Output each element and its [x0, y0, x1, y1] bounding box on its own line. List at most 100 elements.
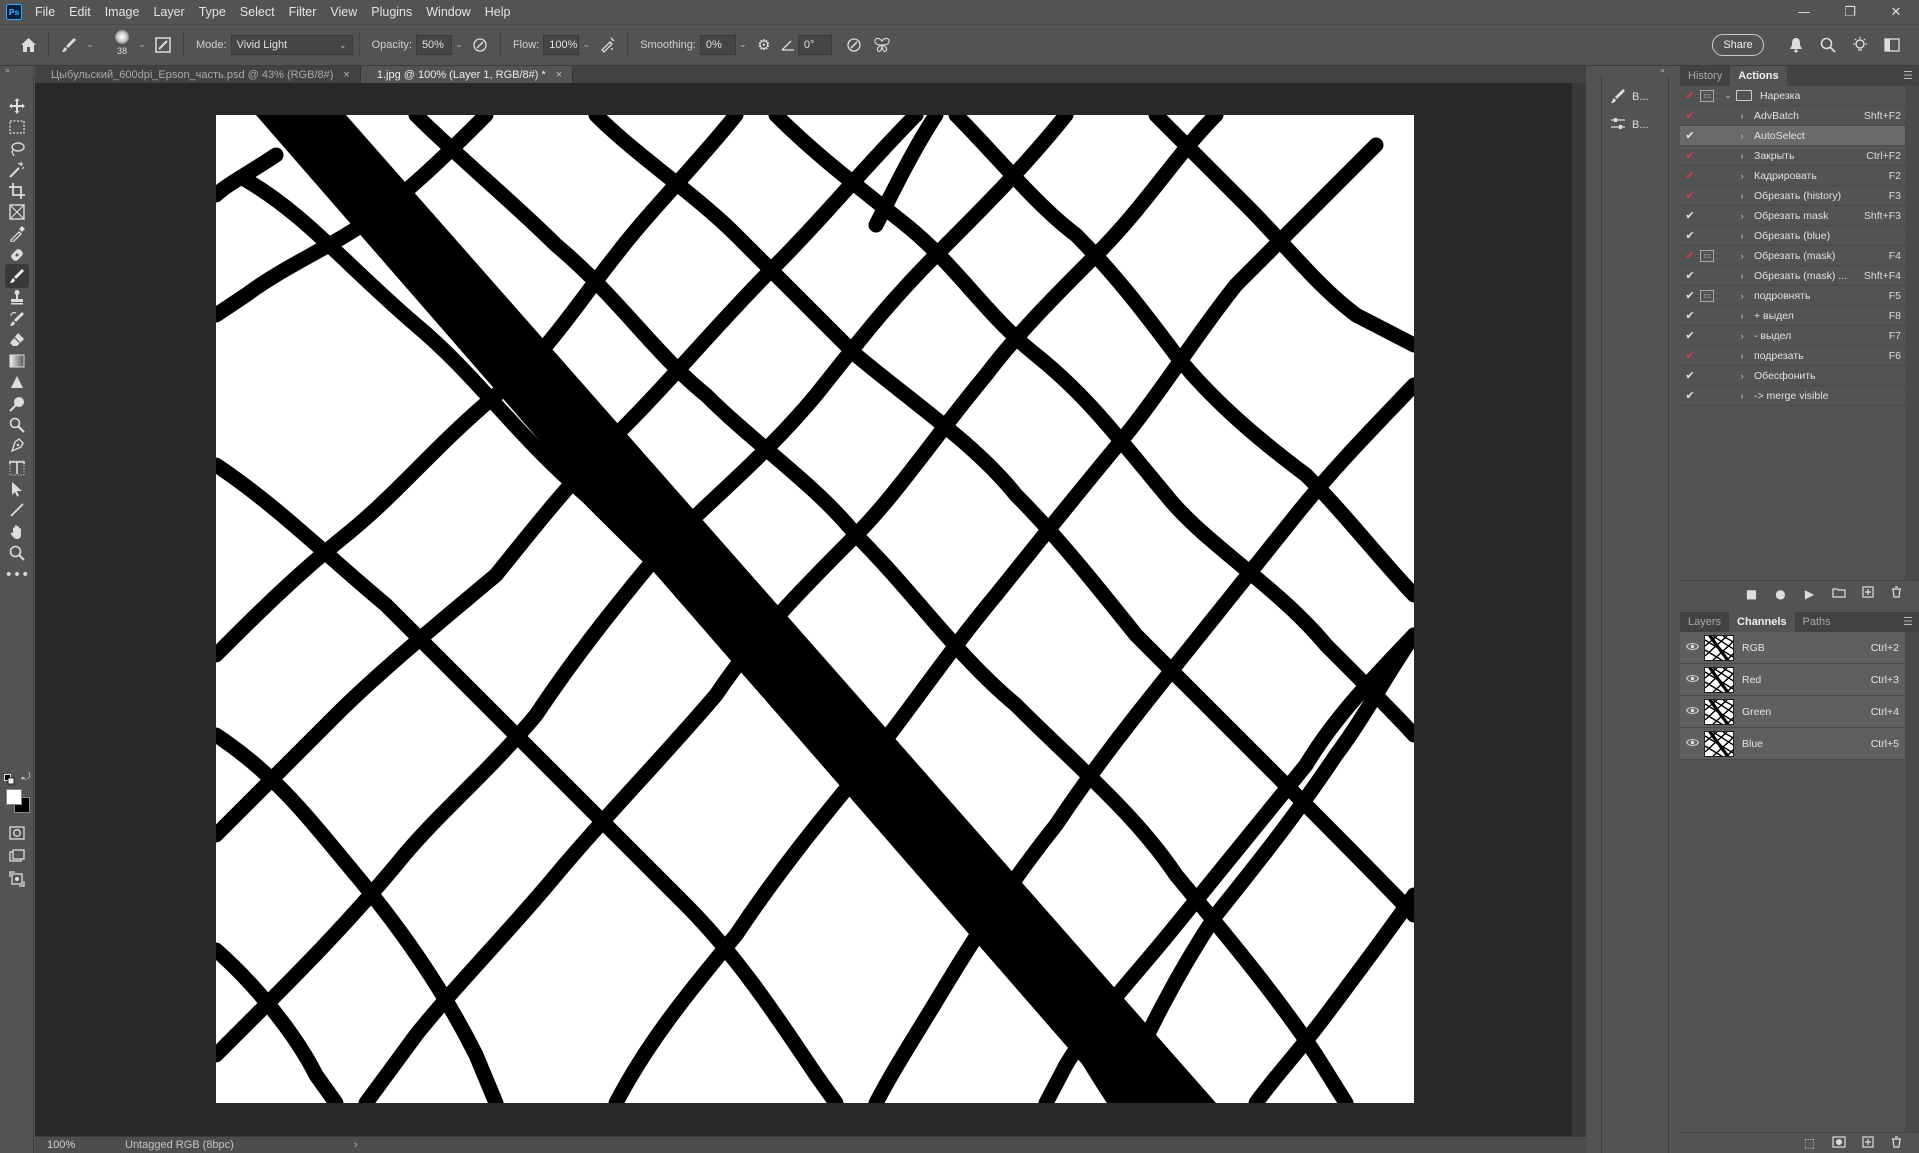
photoshop-logo-icon[interactable]: Ps	[6, 4, 22, 20]
toggle-check-icon[interactable]: ✔	[1680, 229, 1700, 242]
chevron-down-icon[interactable]: ⌄	[1720, 90, 1736, 101]
actions-scrollbar[interactable]	[1905, 86, 1919, 580]
menu-help[interactable]: Help	[478, 0, 518, 24]
panel-menu-icon[interactable]: ☰	[1903, 69, 1913, 82]
zoom-tool-icon[interactable]	[5, 541, 29, 565]
toggle-check-icon[interactable]: ✔	[1680, 329, 1700, 342]
delete-trash-icon[interactable]	[1882, 586, 1911, 601]
tab-channels[interactable]: Channels	[1729, 612, 1795, 632]
swap-colors-icon[interactable]: ⤾	[20, 770, 32, 783]
toggle-check-icon[interactable]: ✔	[1680, 249, 1700, 262]
toggle-check-icon[interactable]: ✔	[1680, 289, 1700, 302]
tab-history[interactable]: History	[1680, 66, 1730, 86]
action-row[interactable]: ✔ › Обрезать mask Shft+F3	[1680, 206, 1905, 226]
action-row[interactable]: ✔ › + выдел F8	[1680, 306, 1905, 326]
chevron-right-icon[interactable]: ›	[1734, 171, 1750, 181]
tab-paths[interactable]: Paths	[1795, 612, 1839, 632]
close-window-button[interactable]: ✕	[1873, 0, 1919, 24]
flow-input[interactable]: 100%	[543, 35, 580, 55]
action-row[interactable]: ✔ ▭ › Обрезать (mask) F4	[1680, 246, 1905, 266]
visibility-eye-icon[interactable]	[1680, 674, 1704, 686]
channels-scrollbar[interactable]	[1905, 632, 1919, 1132]
menu-file[interactable]: File	[28, 0, 62, 24]
brush-tool-preset-icon[interactable]	[55, 31, 83, 59]
save-selection-icon[interactable]	[1824, 1135, 1853, 1151]
dialog-toggle-icon[interactable]	[1700, 130, 1714, 142]
toggle-check-icon[interactable]: ✔	[1680, 189, 1700, 202]
visibility-eye-icon[interactable]	[1680, 738, 1704, 750]
dialog-toggle-icon[interactable]	[1700, 370, 1714, 382]
menu-window[interactable]: Window	[419, 0, 477, 24]
action-row[interactable]: ✔ › Закрыть Ctrl+F2	[1680, 146, 1905, 166]
channel-row-blue[interactable]: Blue Ctrl+5	[1680, 728, 1905, 760]
line-tool-icon[interactable]	[5, 498, 29, 522]
chevron-down-icon[interactable]: ⌄	[736, 35, 750, 55]
toggle-check-icon[interactable]: ✔	[1680, 209, 1700, 222]
brush-angle-input[interactable]: 0°	[797, 35, 832, 55]
dialog-toggle-icon[interactable]	[1700, 270, 1714, 282]
clone-stamp-tool-icon[interactable]	[5, 285, 29, 309]
pressure-size-icon[interactable]	[840, 31, 868, 59]
chevron-right-icon[interactable]: ›	[1734, 251, 1750, 261]
chevron-right-icon[interactable]: ›	[1734, 391, 1750, 401]
chevron-right-icon[interactable]: ›	[1734, 151, 1750, 161]
workspace-switcher-icon[interactable]	[1876, 31, 1908, 59]
close-tab-icon[interactable]: ×	[343, 69, 349, 81]
dialog-toggle-icon[interactable]	[1700, 310, 1714, 322]
new-channel-icon[interactable]	[1853, 1135, 1882, 1151]
action-row[interactable]: ✔ › - выдел F7	[1680, 326, 1905, 346]
chevron-down-icon[interactable]: ⌄	[452, 35, 466, 55]
dialog-toggle-icon[interactable]	[1700, 330, 1714, 342]
toggle-check-icon[interactable]: ✔	[1680, 89, 1700, 102]
pressure-opacity-icon[interactable]	[466, 31, 494, 59]
default-colors-icon[interactable]	[3, 773, 15, 785]
chevron-down-icon[interactable]: ⌄	[579, 35, 593, 55]
pen-tool-icon[interactable]	[5, 434, 29, 458]
menu-edit[interactable]: Edit	[62, 0, 98, 24]
dialog-toggle-icon[interactable]: ▭	[1700, 249, 1714, 262]
share-button[interactable]: Share	[1712, 34, 1764, 56]
symmetry-butterfly-icon[interactable]	[868, 31, 896, 59]
airbrush-icon[interactable]	[593, 31, 621, 59]
tab-layers[interactable]: Layers	[1680, 612, 1729, 632]
dialog-toggle-icon[interactable]	[1700, 350, 1714, 362]
tab-actions[interactable]: Actions	[1730, 66, 1787, 86]
brush-settings-panel-icon[interactable]	[149, 31, 177, 59]
action-row[interactable]: ✔ › подрезать F6	[1680, 346, 1905, 366]
new-action-icon[interactable]	[1853, 586, 1882, 601]
toggle-check-icon[interactable]: ✔	[1680, 109, 1700, 122]
zoom-level[interactable]: 100%	[35, 1139, 85, 1151]
canvas-vertical-scrollbar[interactable]	[1572, 83, 1586, 1136]
gradient-tool-icon[interactable]	[5, 349, 29, 373]
chevron-right-icon[interactable]: ›	[1734, 211, 1750, 221]
mini-panel-collapse-icon[interactable]: «	[1601, 66, 1669, 76]
chevron-right-icon[interactable]: ›	[1734, 111, 1750, 121]
action-row[interactable]: ✔ › Обесфонить	[1680, 366, 1905, 386]
action-row[interactable]: ✔ › Кадрировать F2	[1680, 166, 1905, 186]
quick-mask-mode-icon[interactable]	[5, 821, 29, 845]
close-tab-icon[interactable]: ×	[556, 69, 562, 81]
toggle-check-icon[interactable]: ✔	[1680, 309, 1700, 322]
foreground-color-swatch[interactable]	[6, 789, 22, 805]
toggle-check-icon[interactable]: ✔	[1680, 149, 1700, 162]
chevron-down-icon[interactable]: ⌄	[135, 35, 149, 55]
toggle-check-icon[interactable]: ✔	[1680, 269, 1700, 282]
status-menu-arrow-icon[interactable]: ›	[354, 1139, 358, 1151]
action-row[interactable]: ✔ › Обрезать (history) F3	[1680, 186, 1905, 206]
chevron-right-icon[interactable]: ›	[1734, 291, 1750, 301]
mini-panel-brush-settings[interactable]: B...	[1610, 84, 1666, 110]
menu-view[interactable]: View	[323, 0, 364, 24]
channel-row-red[interactable]: Red Ctrl+3	[1680, 664, 1905, 696]
chevron-right-icon[interactable]: ›	[1734, 191, 1750, 201]
action-row[interactable]: ✔ › AdvBatch Shft+F2	[1680, 106, 1905, 126]
toggle-check-icon[interactable]: ✔	[1680, 369, 1700, 382]
toolbar-collapse-arrows-icon[interactable]: »	[0, 66, 34, 76]
home-icon[interactable]	[14, 31, 42, 59]
dialog-toggle-icon[interactable]	[1700, 210, 1714, 222]
action-row[interactable]: ✔ › Обрезать (blue)	[1680, 226, 1905, 246]
opacity-input[interactable]: 50%	[415, 35, 452, 55]
visibility-eye-icon[interactable]	[1680, 642, 1704, 654]
dialog-toggle-icon[interactable]: ▭	[1700, 289, 1714, 302]
chevron-right-icon[interactable]: ›	[1734, 131, 1750, 141]
chevron-down-icon[interactable]: ⌄	[83, 35, 97, 55]
